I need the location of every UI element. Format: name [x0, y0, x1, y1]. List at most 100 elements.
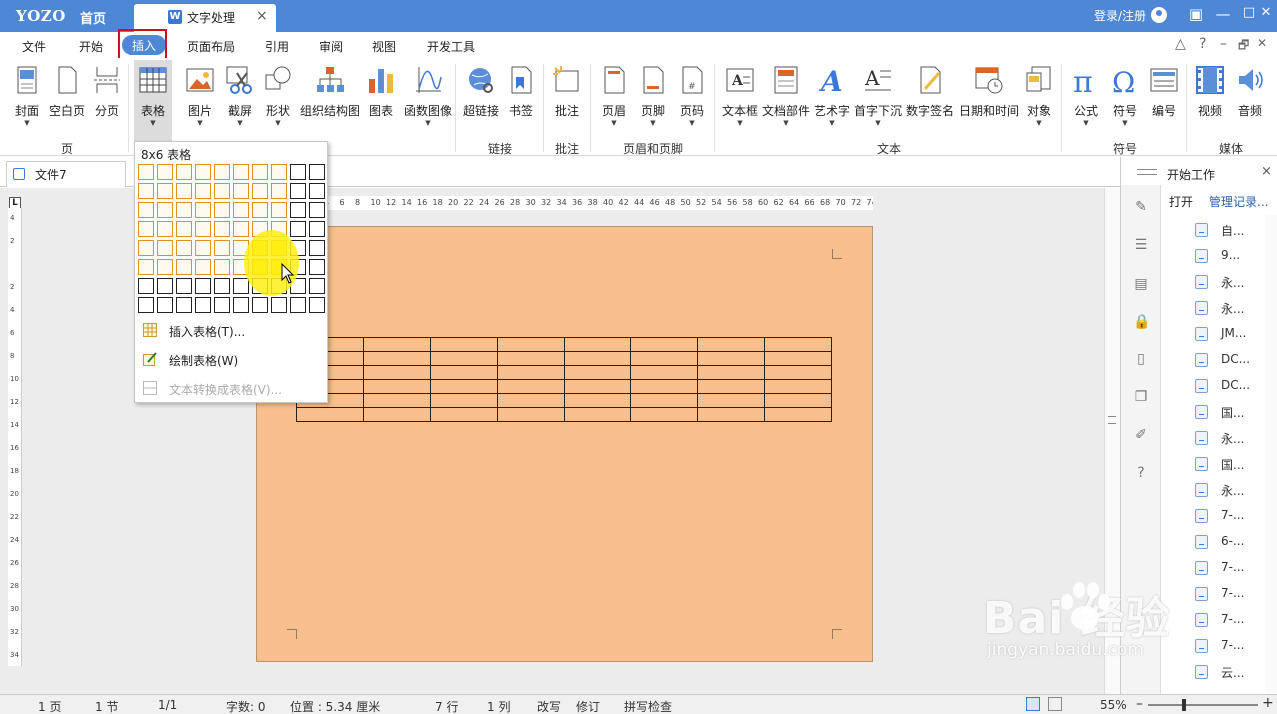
header-button[interactable]: 页眉 ▼: [597, 60, 631, 142]
chart-button[interactable]: 图表: [365, 60, 397, 142]
grid-cell[interactable]: [252, 183, 268, 199]
grid-cell[interactable]: [233, 202, 249, 218]
grid-cell[interactable]: [138, 240, 154, 256]
grid-cell[interactable]: [176, 183, 192, 199]
table-cell[interactable]: [563, 407, 632, 422]
insert-table-item[interactable]: 插入表格(T)...: [141, 320, 323, 342]
date-time-button[interactable]: 日期和时间: [957, 60, 1021, 142]
grid-cell[interactable]: [176, 240, 192, 256]
recent-file-item[interactable]: 永...: [1195, 298, 1275, 318]
table-cell[interactable]: [630, 393, 699, 408]
grid-cell[interactable]: [214, 221, 230, 237]
minimize-window-button[interactable]: —: [1213, 5, 1233, 23]
digital-signature-button[interactable]: 数字签名: [905, 60, 955, 142]
pane-drag-handle[interactable]: [1137, 169, 1157, 175]
document-table[interactable]: [296, 337, 832, 422]
table-row[interactable]: [296, 407, 832, 422]
ribbon-close-icon[interactable]: ✕: [1257, 36, 1267, 50]
table-row[interactable]: [296, 379, 832, 394]
comment-button[interactable]: 批注: [550, 60, 584, 142]
table-cell[interactable]: [296, 407, 364, 422]
table-cell[interactable]: [697, 393, 766, 408]
recent-file-item[interactable]: 国...: [1195, 402, 1275, 422]
grid-cell[interactable]: [252, 164, 268, 180]
user-avatar-icon[interactable]: [1151, 7, 1167, 23]
wordart-button[interactable]: A 艺术字 ▼: [813, 60, 851, 142]
grid-cell[interactable]: [195, 164, 211, 180]
grid-cell[interactable]: [195, 183, 211, 199]
doc-parts-button[interactable]: 文档部件 ▼: [761, 60, 811, 142]
textbox-button[interactable]: A 文本框 ▼: [720, 60, 760, 142]
picture-button[interactable]: 图片 ▼: [182, 60, 218, 142]
grid-cell[interactable]: [138, 164, 154, 180]
table-cell[interactable]: [764, 379, 832, 394]
table-cell[interactable]: [429, 393, 498, 408]
table-cell[interactable]: [697, 365, 766, 380]
close-pane-icon[interactable]: ×: [1261, 164, 1272, 179]
org-chart-button[interactable]: 组织结构图: [298, 60, 362, 142]
grid-cell[interactable]: [309, 259, 325, 275]
yozo-logo[interactable]: YOZO: [16, 7, 66, 25]
recent-file-item[interactable]: 9...: [1195, 246, 1275, 266]
lock-icon[interactable]: 🔒: [1133, 314, 1150, 330]
grid-cell[interactable]: [138, 183, 154, 199]
recent-file-item[interactable]: 7-...: [1195, 506, 1275, 526]
grid-cell[interactable]: [309, 297, 325, 313]
table-cell[interactable]: [362, 393, 431, 408]
grid-cell[interactable]: [157, 221, 173, 237]
grid-cell[interactable]: [309, 240, 325, 256]
grid-cell[interactable]: [195, 297, 211, 313]
status-word-count[interactable]: 字数: 0: [226, 698, 266, 714]
recent-file-item[interactable]: 6-...: [1195, 532, 1275, 552]
status-overwrite[interactable]: 改写: [537, 698, 561, 714]
grid-cell[interactable]: [233, 278, 249, 294]
grid-cell[interactable]: [233, 297, 249, 313]
menu-developer[interactable]: 开发工具: [427, 38, 475, 55]
menu-page-layout[interactable]: 页面布局: [187, 38, 235, 55]
zoom-slider[interactable]: [1148, 699, 1258, 711]
grid-cell[interactable]: [214, 278, 230, 294]
audio-button[interactable]: 音频: [1232, 60, 1268, 142]
task-pane-scrollbar[interactable]: [1265, 215, 1277, 693]
grid-cell[interactable]: [176, 221, 192, 237]
open-link[interactable]: 打开: [1169, 193, 1193, 210]
table-cell[interactable]: [697, 407, 766, 422]
symbol-button[interactable]: Ω 符号 ▼: [1107, 60, 1143, 142]
table-cell[interactable]: [764, 351, 832, 366]
table-cell[interactable]: [429, 337, 498, 352]
table-cell[interactable]: [630, 365, 699, 380]
table-cell[interactable]: [429, 407, 498, 422]
table-cell[interactable]: [563, 393, 632, 408]
skin-icon[interactable]: ▣: [1186, 5, 1206, 23]
ribbon-restore-icon[interactable]: 🗗: [1238, 36, 1249, 57]
table-cell[interactable]: [496, 407, 565, 422]
bookmark-button[interactable]: 书签: [504, 60, 538, 142]
web-view-icon[interactable]: [1048, 697, 1062, 711]
function-graph-button[interactable]: 函数图像 ▼: [400, 60, 456, 142]
recent-file-item[interactable]: 永...: [1195, 480, 1275, 500]
table-row[interactable]: [296, 393, 832, 408]
document-page[interactable]: [256, 226, 873, 662]
grid-cell[interactable]: [290, 164, 306, 180]
grid-cell[interactable]: [176, 202, 192, 218]
recent-file-item[interactable]: 永...: [1195, 428, 1275, 448]
grid-cell[interactable]: [309, 221, 325, 237]
grid-cell[interactable]: [157, 164, 173, 180]
video-button[interactable]: 视频: [1192, 60, 1228, 142]
clipboard-icon[interactable]: ▯: [1133, 351, 1149, 367]
recent-file-item[interactable]: DC...: [1195, 376, 1275, 396]
grid-cell[interactable]: [157, 259, 173, 275]
table-cell[interactable]: [362, 365, 431, 380]
grid-cell[interactable]: [233, 221, 249, 237]
zoom-slider-thumb[interactable]: [1182, 699, 1186, 711]
grid-cell[interactable]: [214, 164, 230, 180]
grid-cell[interactable]: [252, 202, 268, 218]
blank-page-button[interactable]: 空白页: [48, 60, 86, 142]
copy-icon[interactable]: ❐: [1133, 389, 1149, 405]
table-cell[interactable]: [496, 351, 565, 366]
grid-cell[interactable]: [309, 164, 325, 180]
sliders-icon[interactable]: ☰: [1133, 237, 1149, 253]
grid-cell[interactable]: [195, 259, 211, 275]
table-cell[interactable]: [496, 365, 565, 380]
table-cell[interactable]: [362, 379, 431, 394]
